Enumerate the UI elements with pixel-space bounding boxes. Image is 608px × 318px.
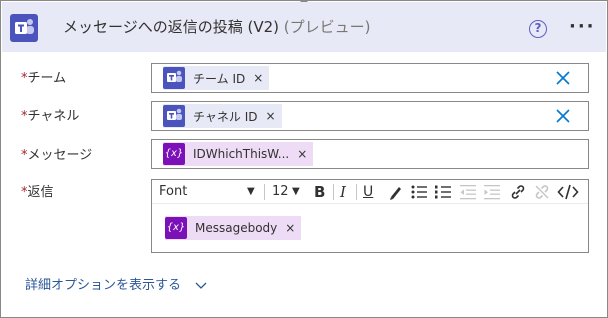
teams-icon — [10, 14, 38, 42]
remove-token-icon[interactable]: × — [285, 221, 295, 235]
preview-tag: (プレビュー) — [283, 18, 371, 36]
teams-icon — [163, 105, 185, 127]
card-header[interactable]: メッセージへの返信の投稿 (V2) (プレビュー) ? ··· — [2, 2, 606, 52]
card-title: メッセージへの返信の投稿 (V2) (プレビュー) — [63, 16, 370, 37]
code-view-icon[interactable] — [557, 183, 579, 201]
font-select[interactable]: Font ▼ — [159, 183, 259, 201]
teams-icon — [163, 67, 185, 89]
message-token-label: IDWhichThisW... — [193, 147, 290, 161]
message-label-text: メッセージ — [27, 148, 93, 163]
bold-button[interactable]: B — [314, 183, 325, 201]
messagebody-token[interactable]: {x} Messagebody × — [165, 216, 302, 240]
team-field[interactable]: チーム ID × — [151, 63, 589, 93]
channel-id-token[interactable]: チャネル ID × — [163, 104, 282, 128]
channel-field[interactable]: チャネル ID × — [151, 101, 589, 131]
increase-indent-icon[interactable] — [483, 183, 501, 201]
bullet-list-icon[interactable] — [410, 183, 428, 201]
clear-icon[interactable] — [556, 108, 570, 123]
clear-icon[interactable] — [556, 70, 570, 85]
font-size-value: 12 — [272, 184, 289, 199]
help-icon[interactable]: ? — [529, 20, 547, 38]
numbered-list-icon[interactable] — [434, 183, 452, 201]
messagebody-token-label: Messagebody — [195, 221, 278, 235]
caret-down-icon: ▼ — [247, 186, 255, 197]
caret-down-icon: ▼ — [292, 186, 300, 197]
pen-icon[interactable] — [388, 183, 404, 201]
toolbar-divider — [264, 184, 265, 200]
toolbar-divider — [356, 184, 357, 200]
channel-id-token-label: チャネル ID — [193, 109, 258, 124]
italic-button[interactable]: I — [340, 183, 346, 201]
reply-label: *返信 — [21, 181, 54, 200]
expression-icon: {x} — [165, 217, 187, 239]
show-advanced-options-link[interactable]: 詳細オプションを表示する — [25, 274, 207, 293]
message-label: *メッセージ — [21, 144, 92, 163]
message-expression-token[interactable]: {x} IDWhichThisW... × — [163, 142, 314, 166]
team-label-text: チーム — [27, 71, 67, 86]
team-id-token[interactable]: チーム ID × — [163, 66, 270, 90]
font-select-value: Font — [159, 184, 188, 199]
channel-label: *チャネル — [21, 105, 79, 124]
remove-token-icon[interactable]: × — [297, 147, 307, 161]
font-size-select[interactable]: 12 ▼ — [272, 183, 310, 201]
remove-token-icon[interactable]: × — [253, 71, 263, 85]
card-title-text: メッセージへの返信の投稿 (V2) — [63, 18, 279, 36]
link-icon[interactable] — [509, 183, 527, 201]
more-options-icon[interactable]: ··· — [569, 16, 596, 37]
unlink-icon[interactable] — [533, 183, 551, 201]
expression-icon: {x} — [163, 143, 185, 165]
team-label: *チーム — [21, 67, 66, 86]
editor-toolbar: Font ▼ 12 ▼ B I U — [152, 180, 588, 204]
team-id-token-label: チーム ID — [193, 71, 246, 86]
action-card: メッセージへの返信の投稿 (V2) (プレビュー) ? ··· *チーム チーム… — [0, 0, 608, 318]
message-field[interactable]: {x} IDWhichThisW... × — [151, 139, 589, 169]
chevron-down-icon — [195, 281, 207, 292]
reply-label-text: 返信 — [27, 185, 54, 200]
reply-editor[interactable]: Font ▼ 12 ▼ B I U {x} Messagebody × — [151, 179, 589, 253]
underline-button[interactable]: U — [363, 183, 373, 201]
toolbar-divider — [333, 184, 334, 200]
remove-token-icon[interactable]: × — [265, 109, 275, 123]
decrease-indent-icon[interactable] — [459, 183, 477, 201]
advanced-options-label: 詳細オプションを表示する — [25, 278, 182, 293]
channel-label-text: チャネル — [27, 109, 80, 124]
